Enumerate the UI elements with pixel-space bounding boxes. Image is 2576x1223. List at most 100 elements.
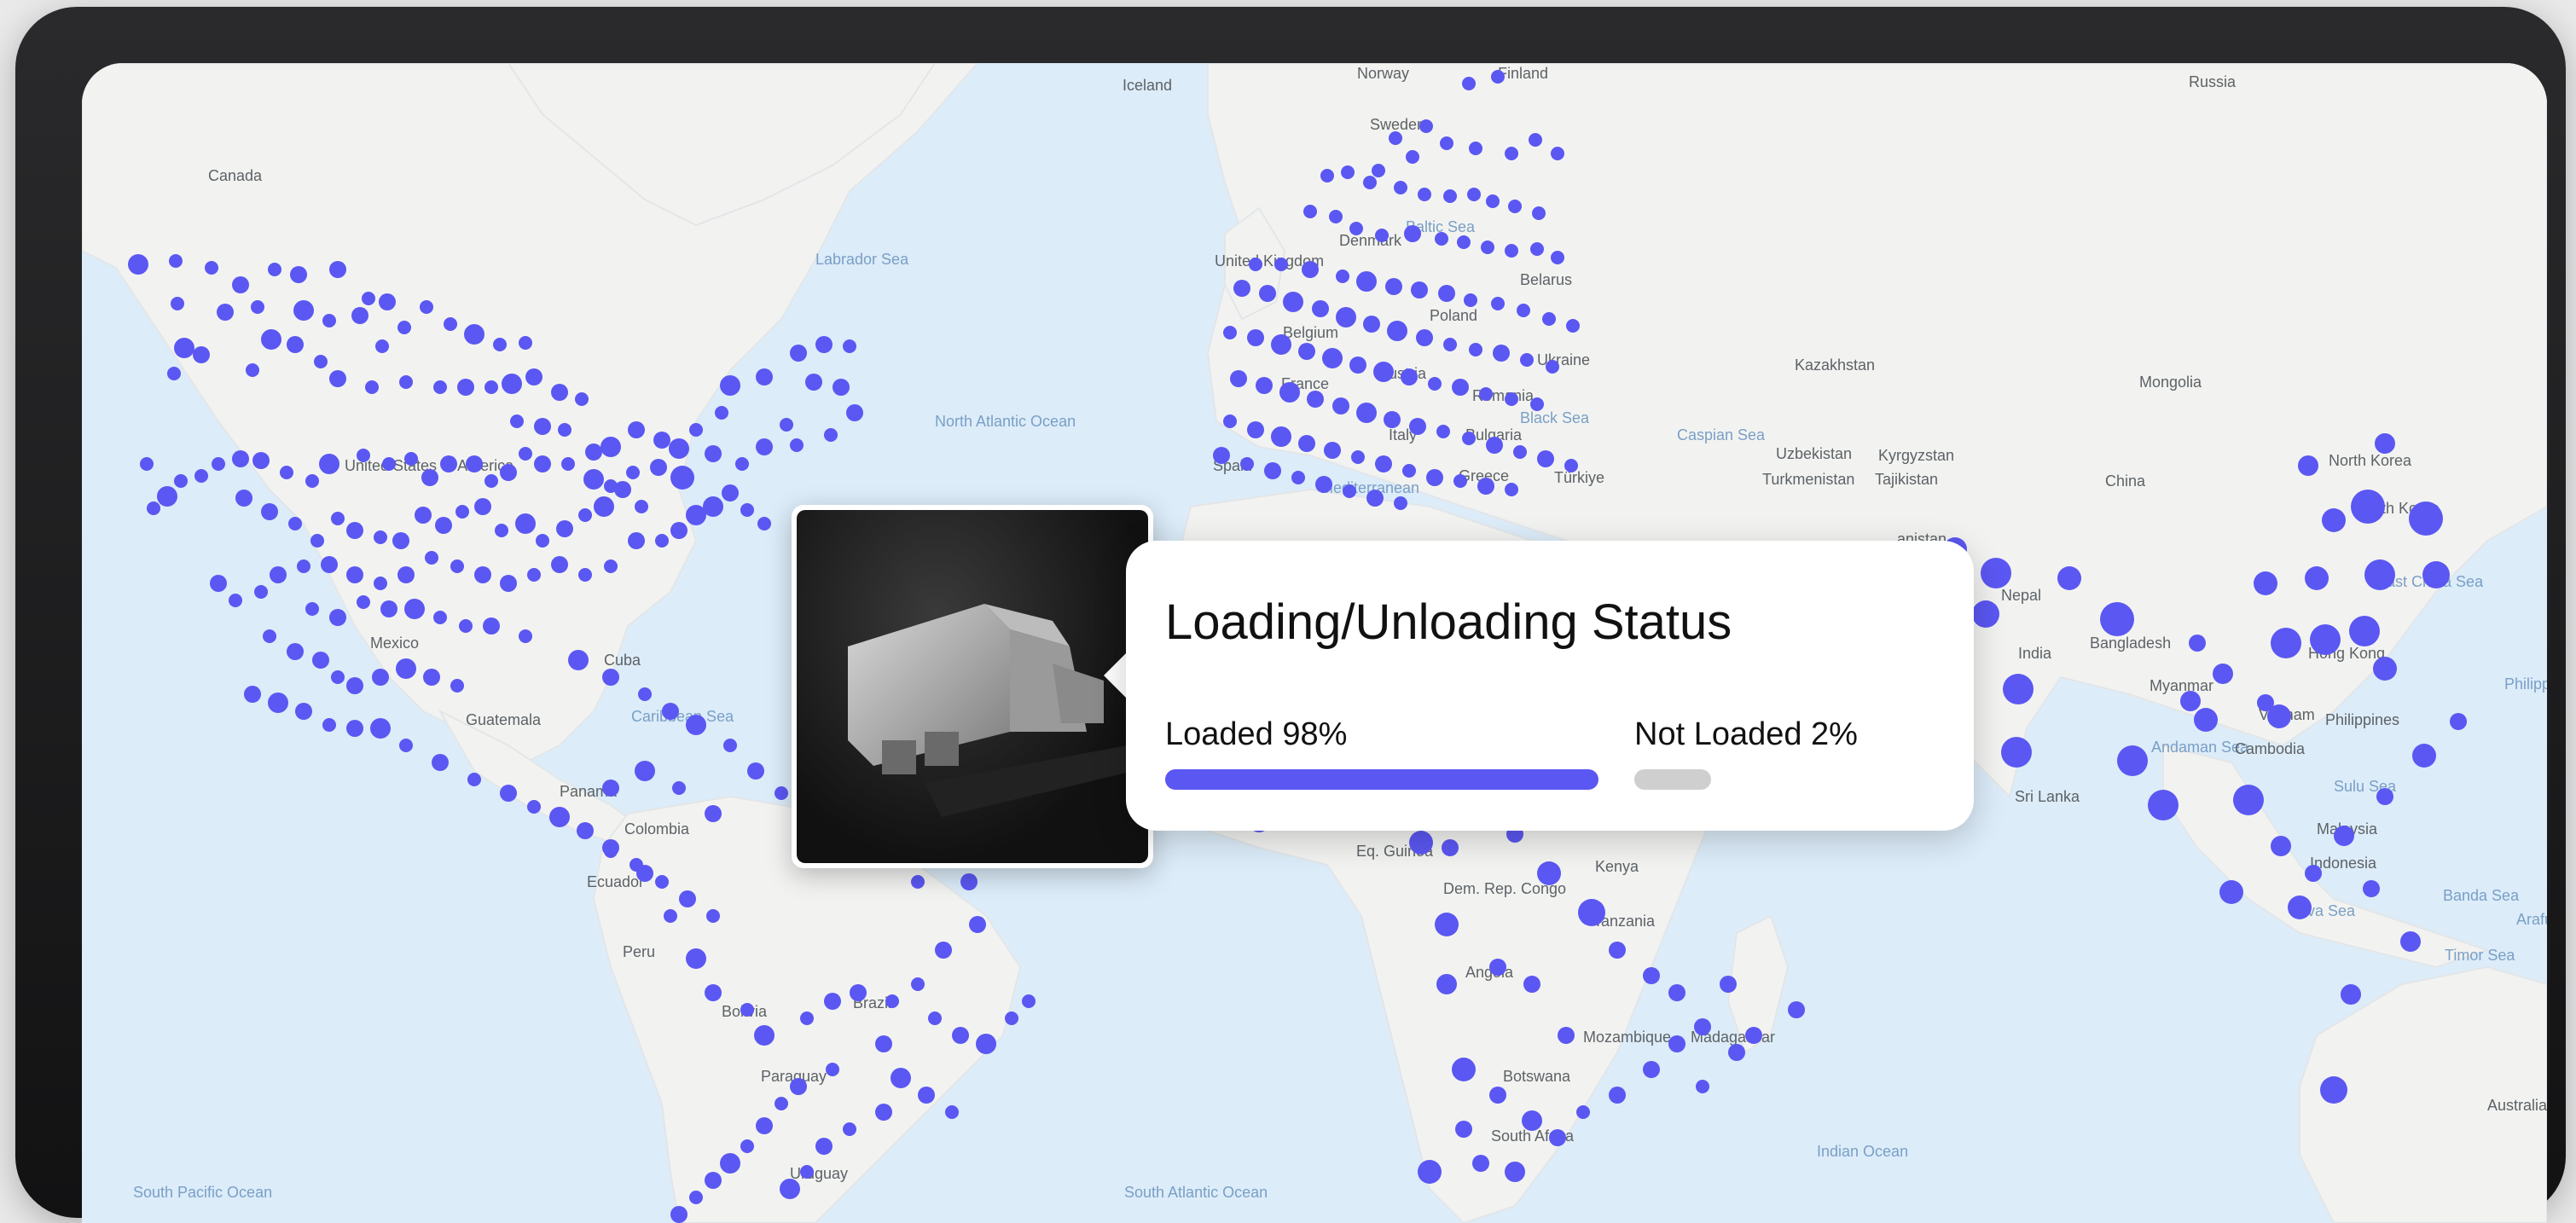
site-marker[interactable] — [2375, 433, 2395, 454]
site-marker[interactable] — [270, 566, 287, 583]
site-marker[interactable] — [549, 807, 570, 827]
site-marker[interactable] — [229, 594, 242, 607]
site-marker[interactable] — [1438, 285, 1455, 302]
site-marker[interactable] — [705, 1172, 722, 1189]
site-marker[interactable] — [1366, 490, 1384, 507]
site-marker[interactable] — [194, 469, 208, 483]
site-marker[interactable] — [1401, 368, 1418, 385]
site-marker[interactable] — [602, 669, 619, 686]
site-marker[interactable] — [2364, 559, 2395, 590]
site-marker[interactable] — [1264, 462, 1281, 479]
site-marker[interactable] — [715, 406, 728, 420]
site-marker[interactable] — [1745, 1027, 1762, 1044]
site-marker[interactable] — [420, 300, 433, 314]
site-marker[interactable] — [1332, 397, 1349, 414]
site-marker[interactable] — [474, 566, 491, 583]
site-marker[interactable] — [928, 1011, 942, 1025]
site-marker[interactable] — [1668, 984, 1685, 1001]
site-marker[interactable] — [280, 466, 293, 479]
site-marker[interactable] — [519, 336, 532, 350]
site-marker[interactable] — [578, 508, 592, 522]
site-marker[interactable] — [805, 374, 822, 391]
site-marker[interactable] — [826, 1063, 839, 1076]
site-marker[interactable] — [1728, 1044, 1745, 1061]
site-marker[interactable] — [2334, 826, 2354, 846]
site-marker[interactable] — [174, 338, 194, 358]
site-marker[interactable] — [2117, 745, 2148, 776]
site-marker[interactable] — [2351, 490, 2385, 524]
site-marker[interactable] — [1230, 370, 1247, 387]
site-marker[interactable] — [346, 522, 363, 539]
site-marker[interactable] — [1271, 426, 1291, 447]
site-marker[interactable] — [314, 355, 328, 368]
site-marker[interactable] — [1694, 1018, 1711, 1035]
site-marker[interactable] — [268, 263, 281, 276]
site-marker[interactable] — [1529, 133, 1542, 147]
site-marker[interactable] — [556, 520, 573, 537]
site-marker[interactable] — [740, 1139, 754, 1153]
site-marker[interactable] — [1530, 397, 1544, 411]
site-marker[interactable] — [372, 669, 389, 686]
site-marker[interactable] — [686, 948, 706, 969]
site-marker[interactable] — [246, 363, 259, 377]
site-marker[interactable] — [2363, 880, 2380, 897]
site-marker[interactable] — [1247, 329, 1264, 346]
site-marker[interactable] — [2376, 788, 2393, 805]
site-marker[interactable] — [322, 718, 336, 732]
site-marker[interactable] — [1578, 899, 1605, 926]
site-marker[interactable] — [1336, 307, 1356, 327]
site-marker[interactable] — [493, 338, 507, 351]
site-marker[interactable] — [2305, 566, 2329, 590]
site-marker[interactable] — [969, 916, 986, 933]
site-marker[interactable] — [295, 703, 312, 720]
site-marker[interactable] — [843, 1122, 856, 1136]
site-marker[interactable] — [2298, 455, 2318, 476]
site-marker[interactable] — [1418, 1160, 1442, 1184]
site-marker[interactable] — [466, 455, 483, 472]
map-screen[interactable]: Canada Iceland Norway Finland Russia Sweden La… — [82, 63, 2547, 1223]
site-marker[interactable] — [450, 559, 464, 573]
site-marker[interactable] — [212, 457, 225, 471]
site-marker[interactable] — [534, 418, 551, 435]
site-marker[interactable] — [662, 703, 679, 720]
site-marker[interactable] — [157, 486, 177, 507]
site-marker[interactable] — [722, 484, 739, 501]
site-marker[interactable] — [432, 754, 449, 771]
site-marker[interactable] — [2194, 708, 2218, 732]
site-marker[interactable] — [551, 384, 568, 401]
site-marker[interactable] — [850, 984, 867, 1001]
site-marker[interactable] — [1233, 280, 1250, 297]
site-marker[interactable] — [1442, 839, 1459, 856]
site-marker[interactable] — [1409, 831, 1433, 855]
site-marker[interactable] — [232, 450, 249, 467]
site-marker[interactable] — [1537, 861, 1561, 885]
site-marker[interactable] — [171, 297, 184, 310]
site-marker[interactable] — [568, 650, 589, 670]
site-marker[interactable] — [235, 490, 252, 507]
site-marker[interactable] — [1279, 382, 1300, 403]
site-marker[interactable] — [790, 438, 804, 452]
site-marker[interactable] — [2305, 865, 2322, 882]
site-marker[interactable] — [846, 404, 863, 421]
site-marker[interactable] — [976, 1034, 996, 1054]
site-marker[interactable] — [911, 977, 925, 991]
site-marker[interactable] — [290, 266, 307, 283]
site-marker[interactable] — [2057, 566, 2081, 590]
site-marker[interactable] — [740, 503, 754, 517]
site-marker[interactable] — [757, 517, 771, 530]
site-marker[interactable] — [329, 261, 346, 278]
site-marker[interactable] — [918, 1087, 935, 1104]
site-marker[interactable] — [404, 452, 418, 466]
site-marker[interactable] — [1551, 251, 1564, 264]
site-marker[interactable] — [483, 617, 500, 635]
site-marker[interactable] — [1486, 194, 1500, 208]
site-marker[interactable] — [374, 530, 387, 544]
site-marker[interactable] — [1469, 142, 1482, 155]
site-marker[interactable] — [1409, 418, 1426, 435]
site-marker[interactable] — [705, 984, 722, 1001]
site-marker[interactable] — [670, 466, 694, 490]
site-marker[interactable] — [891, 1068, 911, 1088]
site-marker[interactable] — [1343, 484, 1356, 498]
site-marker[interactable] — [1452, 379, 1469, 396]
site-marker[interactable] — [747, 762, 764, 780]
